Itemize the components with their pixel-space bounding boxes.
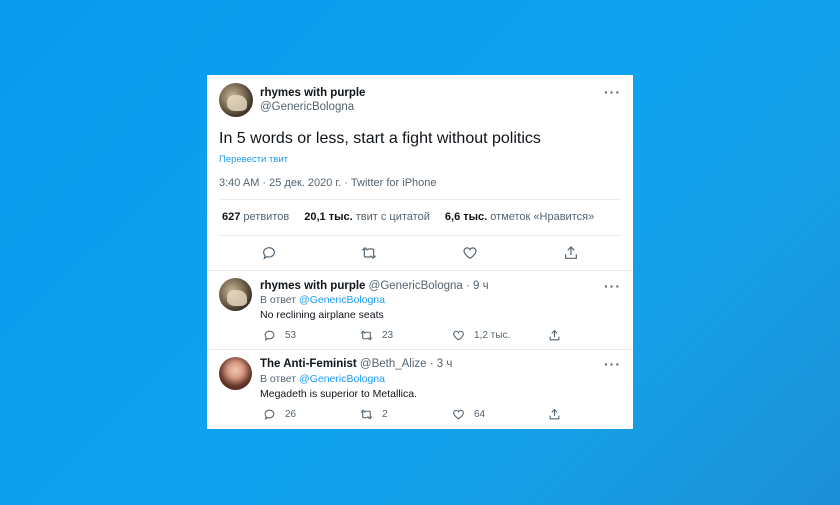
quotes-count: 20,1 тыс.	[304, 211, 353, 223]
like-count: 1,2 тыс.	[474, 330, 511, 341]
tweet-stats: 627 ретвитов 20,1 тыс. твит с цитатой 6,…	[222, 211, 606, 223]
reply-to-line: В ответ @GenericBologna	[260, 373, 385, 385]
like-icon	[453, 409, 464, 420]
retweets-label: ретвитов	[243, 211, 290, 223]
reply-like-button[interactable]: 1,2 тыс.	[452, 329, 510, 342]
reply-count: 53	[285, 330, 297, 341]
reply-count: 26	[285, 409, 297, 420]
more-dots-icon[interactable]: ···	[604, 278, 621, 294]
reply-time[interactable]: · 3 ч	[430, 358, 453, 370]
reply-to-prefix: В ответ	[260, 373, 297, 385]
retweets-stat[interactable]: 627 ретвитов	[222, 211, 289, 223]
retweet-count: 2	[382, 409, 388, 420]
like-icon	[453, 330, 464, 341]
quotes-label: твит с цитатой	[355, 211, 430, 223]
main-author-avatar[interactable]	[219, 83, 253, 117]
reply-time[interactable]: · 9 ч	[466, 280, 489, 292]
reply-text: No reclining airplane seats	[260, 309, 384, 321]
quotes-stat[interactable]: 20,1 тыс. твит с цитатой	[304, 211, 430, 223]
reply-to-handle[interactable]: @GenericBologna	[299, 294, 385, 306]
share-icon	[549, 329, 560, 341]
more-dots-icon[interactable]: ···	[604, 356, 621, 372]
reply-text: Megadeth is superior to Metallica.	[260, 388, 417, 400]
reply-author-name[interactable]: rhymes with purple @GenericBologna · 9 ч	[260, 280, 489, 292]
reply-author-avatar[interactable]	[219, 357, 252, 390]
reply-author-name[interactable]: The Anti-Feminist @Beth_Alize · 3 ч	[260, 358, 452, 370]
reply-author-avatar[interactable]	[219, 278, 252, 311]
reply-icon	[264, 330, 275, 342]
retweet-icon	[360, 409, 373, 420]
likes-label: отметок «Нравится»	[490, 211, 595, 223]
reply-author-display-name: The Anti-Feminist	[260, 358, 357, 370]
share-icon[interactable]	[563, 245, 579, 261]
main-author-handle[interactable]: @GenericBologna	[260, 101, 354, 113]
likes-stat[interactable]: 6,6 тыс. отметок «Нравится»	[445, 211, 594, 223]
like-icon[interactable]	[462, 245, 478, 261]
tweet-meta: 3:40 AM · 25 дек. 2020 г. · Twitter for …	[219, 177, 437, 189]
retweets-count: 627	[222, 211, 241, 223]
reply-reply-button[interactable]: 26	[263, 408, 296, 421]
reply-author-handle: @GenericBologna	[368, 280, 463, 292]
retweet-icon[interactable]	[361, 245, 377, 261]
reply-to-line: В ответ @GenericBologna	[260, 294, 385, 306]
reply-author-display-name: rhymes with purple	[260, 280, 366, 292]
divider	[219, 235, 621, 236]
reply-share-button[interactable]	[548, 329, 561, 342]
likes-count: 6,6 тыс.	[444, 211, 488, 223]
divider	[207, 270, 633, 271]
reply-to-handle[interactable]: @GenericBologna	[299, 373, 385, 385]
reply-share-button[interactable]	[548, 408, 561, 421]
reply-reply-button[interactable]: 53	[263, 329, 296, 342]
share-icon	[549, 408, 560, 420]
like-count: 64	[474, 409, 486, 420]
reply-to-prefix: В ответ	[260, 294, 297, 306]
tweet-card: rhymes with purple @GenericBologna ··· I…	[207, 75, 633, 429]
divider	[207, 349, 633, 350]
reply-retweet-button[interactable]: 2	[360, 408, 388, 421]
main-author-name[interactable]: rhymes with purple	[260, 87, 365, 99]
reply-author-handle: @Beth_Alize	[359, 358, 427, 370]
reply-like-button[interactable]: 64	[452, 408, 485, 421]
translate-link[interactable]: Перевести твит	[219, 154, 288, 165]
reply-icon[interactable]	[261, 245, 277, 261]
reply-icon	[264, 409, 275, 421]
retweet-icon	[360, 330, 373, 341]
more-dots-icon[interactable]: ···	[604, 84, 621, 100]
reply-retweet-button[interactable]: 23	[360, 329, 393, 342]
divider	[219, 199, 621, 200]
retweet-count: 23	[382, 330, 394, 341]
main-tweet-text: In 5 words or less, start a fight withou…	[219, 130, 541, 147]
